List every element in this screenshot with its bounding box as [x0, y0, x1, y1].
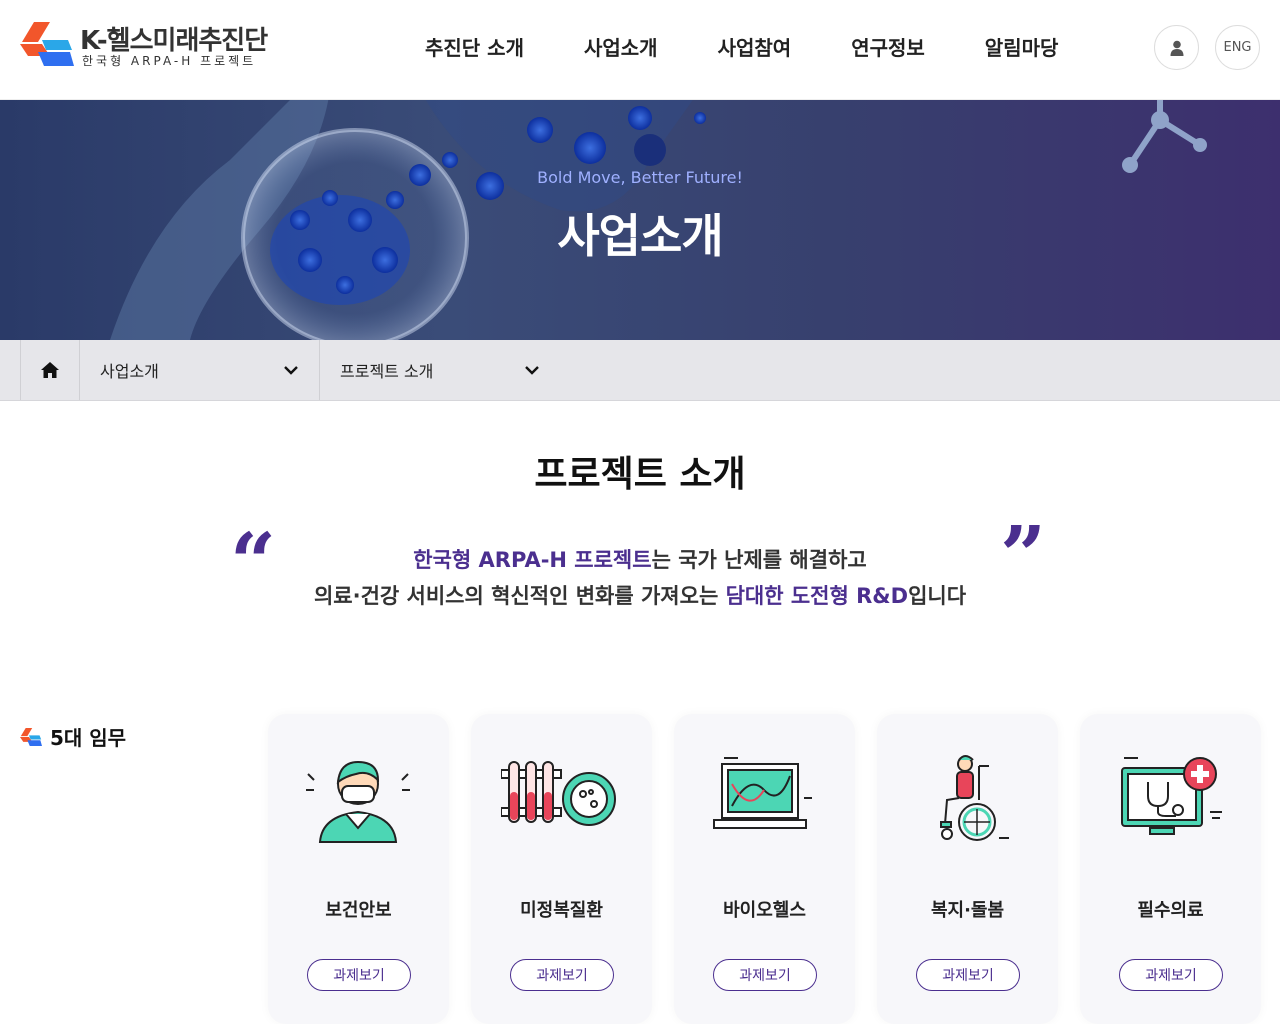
hero-title: 사업소개 [557, 209, 723, 263]
statement-accent-2: 담대한 도전형 R&D [725, 584, 909, 608]
mission-name: 필수의료 [1137, 900, 1204, 921]
missions-heading: 5대 임무 [20, 722, 126, 751]
mission-card: 바이오헬스 과제보기 [674, 714, 855, 1024]
page-title: 프로젝트 소개 [534, 454, 746, 495]
view-projects-button[interactable]: 과제보기 [713, 959, 817, 991]
view-projects-button[interactable]: 과제보기 [916, 959, 1020, 991]
hero-banner: Bold Move, Better Future! 사업소개 [0, 100, 1280, 340]
mission-name: 복지·돌봄 [930, 900, 1005, 921]
monitor-stethoscope-icon [1121, 757, 1222, 835]
breadcrumb-level1-label: 사업소개 [100, 362, 159, 381]
mission-card: 보건안보 과제보기 [268, 714, 449, 1024]
mission-name: 미정복질환 [520, 900, 603, 921]
logo-subtitle: 한국형 ARPA-H 프로젝트 [82, 54, 257, 68]
nav-notice[interactable]: 알림마당 [955, 32, 1089, 61]
open-quote-icon: “ [230, 515, 277, 609]
statement-line-1: 한국형 ARPA-H 프로젝트는 국가 난제를 해결하고 [290, 542, 990, 578]
statement-line-2: 의료·건강 서비스의 혁신적인 변화를 가져오는 담대한 도전형 R&D입니다 [290, 578, 990, 614]
nav-research[interactable]: 연구정보 [821, 32, 955, 61]
mission-card: 필수의료 과제보기 [1080, 714, 1261, 1024]
view-projects-button[interactable]: 과제보기 [307, 959, 411, 991]
site-logo[interactable]: K-헬스미래추진단 한국형 ARPA-H 프로젝트 [20, 20, 270, 72]
statement-accent-1: 한국형 ARPA-H 프로젝트 [413, 548, 652, 572]
breadcrumb-home-button[interactable] [20, 340, 80, 400]
login-button[interactable] [1154, 25, 1199, 70]
mission-card: 미정복질환 과제보기 [471, 714, 652, 1024]
nav-business[interactable]: 사업소개 [554, 32, 688, 61]
close-quote-icon: ” [1000, 508, 1047, 602]
statement-text-2: 의료·건강 서비스의 혁신적인 변화를 가져오는 [313, 584, 726, 608]
site-header: K-헬스미래추진단 한국형 ARPA-H 프로젝트 추진단 소개 사업소개 사업… [0, 0, 1280, 100]
hero-subtitle: Bold Move, Better Future! [537, 168, 743, 187]
chevron-down-icon [525, 366, 539, 375]
masked-person-icon [306, 760, 410, 843]
mission-name: 보건안보 [325, 900, 392, 921]
breadcrumb-dropdown-level1[interactable]: 사업소개 [80, 340, 320, 400]
brand-mark-icon [20, 727, 42, 746]
statement-text-3: 입니다 [908, 584, 967, 608]
view-projects-button[interactable]: 과제보기 [1119, 959, 1223, 991]
logo-mark-icon [20, 22, 74, 66]
main-nav: 추진단 소개 사업소개 사업참여 연구정보 알림마당 [395, 0, 1088, 92]
mission-name: 바이오헬스 [723, 900, 806, 921]
missions-label: 5대 임무 [50, 726, 127, 750]
mission-cards: 보건안보 과제보기 미정복질환 과제보기 바이오헬스 과제보기 복지·돌봄 과제… [268, 714, 1261, 1024]
project-statement: 한국형 ARPA-H 프로젝트는 국가 난제를 해결하고 의료·건강 서비스의 … [290, 542, 990, 614]
nav-about[interactable]: 추진단 소개 [395, 32, 554, 61]
breadcrumb: 사업소개 프로젝트 소개 [0, 340, 1280, 401]
breadcrumb-dropdown-level2[interactable]: 프로젝트 소개 [320, 340, 560, 400]
home-icon [41, 362, 59, 378]
breadcrumb-level2-label: 프로젝트 소개 [340, 362, 434, 381]
test-tubes-petri-icon [501, 761, 616, 826]
laptop-dna-icon [713, 757, 812, 829]
wheelchair-person-icon [940, 755, 1009, 841]
statement-text-1: 는 국가 난제를 해결하고 [651, 548, 867, 572]
mission-card: 복지·돌봄 과제보기 [877, 714, 1058, 1024]
language-button[interactable]: ENG [1215, 25, 1260, 70]
chevron-down-icon [284, 366, 298, 375]
nav-participation[interactable]: 사업참여 [688, 32, 822, 61]
utility-buttons: ENG [1154, 25, 1260, 70]
user-icon [1170, 40, 1183, 56]
view-projects-button[interactable]: 과제보기 [510, 959, 614, 991]
